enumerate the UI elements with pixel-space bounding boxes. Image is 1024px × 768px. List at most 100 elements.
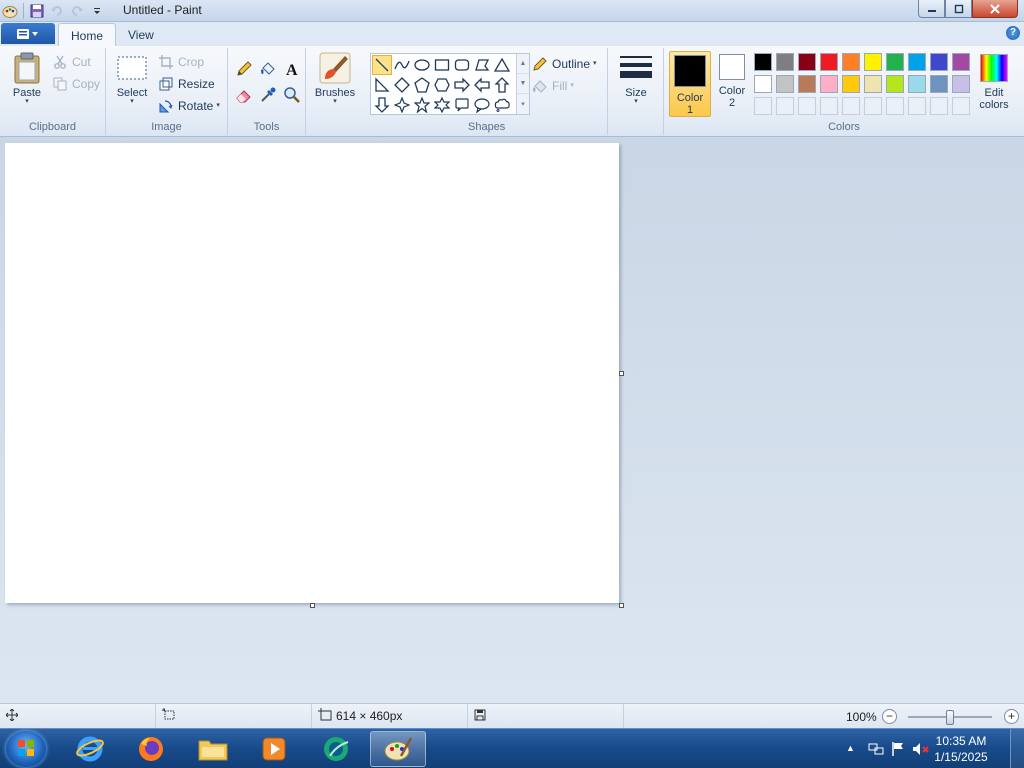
polygon-shape-icon[interactable] — [472, 55, 492, 75]
palette-color-swatch[interactable] — [908, 75, 926, 93]
outline-button[interactable]: Outline ▾ — [532, 54, 597, 74]
palette-color-swatch[interactable] — [930, 53, 948, 71]
four-point-star-shape-icon[interactable] — [392, 95, 412, 115]
up-arrow-shape-icon[interactable] — [492, 75, 512, 95]
palette-color-swatch[interactable] — [820, 75, 838, 93]
palette-color-swatch[interactable] — [776, 75, 794, 93]
pentagon-shape-icon[interactable] — [412, 75, 432, 95]
rounded-rectangle-shape-icon[interactable] — [452, 55, 472, 75]
rotate-button[interactable]: Rotate ▾ — [158, 96, 220, 116]
palette-color-swatch[interactable] — [754, 75, 772, 93]
palette-custom-slot[interactable] — [908, 97, 926, 115]
start-button[interactable] — [6, 731, 46, 767]
tab-home[interactable]: Home — [58, 23, 117, 46]
resize-handle-bottom[interactable] — [310, 603, 315, 608]
action-center-flag-icon[interactable] — [890, 741, 906, 760]
palette-custom-slot[interactable] — [952, 97, 970, 115]
palette-custom-slot[interactable] — [864, 97, 882, 115]
oval-callout-shape-icon[interactable] — [472, 95, 492, 115]
palette-color-swatch[interactable] — [886, 75, 904, 93]
text-icon[interactable]: A — [281, 58, 303, 80]
diamond-shape-icon[interactable] — [392, 75, 412, 95]
palette-color-swatch[interactable] — [952, 75, 970, 93]
color-picker-icon[interactable] — [257, 84, 279, 106]
paint-menu-button[interactable] — [1, 23, 55, 44]
close-button[interactable] — [972, 0, 1018, 18]
paint-app-icon[interactable] — [0, 1, 20, 21]
edit-colors-button[interactable]: Edit colors — [974, 54, 1014, 111]
right-triangle-shape-icon[interactable] — [372, 75, 392, 95]
palette-color-swatch[interactable] — [820, 53, 838, 71]
paint-taskbar-icon[interactable] — [370, 731, 426, 767]
zoom-slider-thumb[interactable] — [946, 710, 954, 725]
palette-color-swatch[interactable] — [864, 75, 882, 93]
tab-view[interactable]: View — [116, 23, 166, 46]
palette-color-swatch[interactable] — [842, 53, 860, 71]
media-player-icon[interactable] — [246, 731, 302, 767]
pencil-icon[interactable] — [233, 58, 255, 80]
cloud-callout-shape-icon[interactable] — [492, 95, 512, 115]
palette-custom-slot[interactable] — [930, 97, 948, 115]
right-arrow-shape-icon[interactable] — [452, 75, 472, 95]
rounded-callout-shape-icon[interactable] — [452, 95, 472, 115]
down-arrow-shape-icon[interactable] — [372, 95, 392, 115]
paste-button[interactable]: Paste ▾ — [8, 52, 46, 105]
shapes-scroll-up-icon[interactable]: ▲ — [517, 54, 529, 74]
palette-color-swatch[interactable] — [798, 53, 816, 71]
color1-button[interactable]: Color 1 — [669, 51, 711, 117]
maximize-button[interactable] — [945, 0, 972, 18]
green-app-icon[interactable] — [308, 731, 364, 767]
oval-shape-icon[interactable] — [412, 55, 432, 75]
show-hidden-icons-icon[interactable]: ▲ — [846, 743, 855, 753]
left-arrow-shape-icon[interactable] — [472, 75, 492, 95]
palette-color-swatch[interactable] — [776, 53, 794, 71]
palette-color-swatch[interactable] — [908, 53, 926, 71]
six-point-star-shape-icon[interactable] — [432, 95, 452, 115]
curve-shape-icon[interactable] — [392, 55, 412, 75]
color2-button[interactable]: Color 2 — [712, 54, 752, 116]
line-shape-icon[interactable] — [372, 55, 392, 75]
firefox-icon[interactable] — [123, 731, 179, 767]
zoom-in-button[interactable]: + — [1004, 709, 1019, 724]
five-point-star-shape-icon[interactable] — [412, 95, 432, 115]
shapes-scroll-down-icon[interactable]: ▼ — [517, 74, 529, 94]
palette-custom-slot[interactable] — [820, 97, 838, 115]
palette-custom-slot[interactable] — [886, 97, 904, 115]
size-button[interactable]: Size ▾ — [618, 52, 654, 105]
palette-color-swatch[interactable] — [930, 75, 948, 93]
drawing-canvas[interactable] — [5, 143, 619, 603]
palette-color-swatch[interactable] — [842, 75, 860, 93]
help-icon[interactable]: ? — [1006, 26, 1020, 40]
eraser-icon[interactable] — [233, 84, 255, 106]
resize-handle-corner[interactable] — [619, 603, 624, 608]
resize-button[interactable]: Resize — [158, 74, 215, 94]
rectangle-shape-icon[interactable] — [432, 55, 452, 75]
triangle-shape-icon[interactable] — [492, 55, 512, 75]
save-icon[interactable] — [27, 1, 47, 21]
network-icon[interactable] — [868, 741, 884, 760]
palette-custom-slot[interactable] — [776, 97, 794, 115]
shapes-expand-icon[interactable]: ▾ — [517, 94, 529, 114]
palette-color-swatch[interactable] — [952, 53, 970, 71]
customize-qat-dropdown-icon[interactable] — [87, 1, 107, 21]
brushes-button[interactable]: Brushes ▾ — [312, 52, 358, 105]
hexagon-shape-icon[interactable] — [432, 75, 452, 95]
zoom-out-button[interactable]: − — [882, 709, 897, 724]
palette-custom-slot[interactable] — [842, 97, 860, 115]
internet-explorer-icon[interactable] — [62, 731, 118, 767]
file-explorer-icon[interactable] — [185, 731, 241, 767]
cursor-position-icon — [5, 708, 19, 724]
resize-handle-right[interactable] — [619, 371, 624, 376]
show-desktop-button[interactable] — [1010, 729, 1024, 768]
palette-color-swatch[interactable] — [754, 53, 772, 71]
magnifier-icon[interactable] — [281, 84, 303, 106]
palette-custom-slot[interactable] — [754, 97, 772, 115]
fill-bucket-icon[interactable] — [257, 58, 279, 80]
palette-color-swatch[interactable] — [886, 53, 904, 71]
palette-color-swatch[interactable] — [798, 75, 816, 93]
palette-color-swatch[interactable] — [864, 53, 882, 71]
palette-custom-slot[interactable] — [798, 97, 816, 115]
minimize-button[interactable] — [918, 0, 945, 18]
select-button[interactable]: Select ▾ — [112, 52, 152, 105]
system-clock[interactable]: 10:35 AM 1/15/2025 — [922, 733, 1000, 765]
